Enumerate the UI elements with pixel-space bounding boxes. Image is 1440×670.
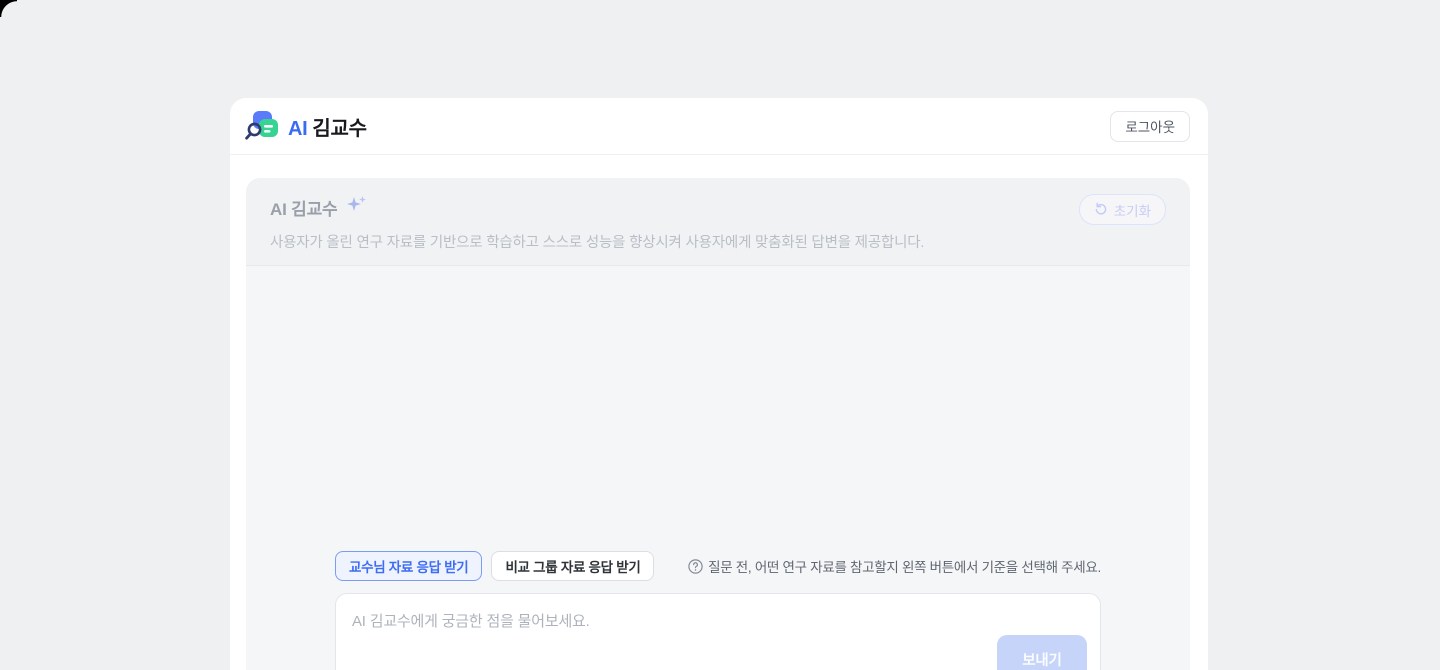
- source-button-comparison-group[interactable]: 비교 그룹 자료 응답 받기: [491, 551, 654, 581]
- message-input[interactable]: [352, 610, 952, 670]
- question-circle-icon: [688, 559, 703, 574]
- page: AI김교수 로그아웃 AI 김교수 사용자가 올린 연구 자료를 기반으로 학습…: [0, 0, 1440, 670]
- undo-icon: [1094, 201, 1108, 218]
- sparkles-icon: [345, 195, 369, 220]
- brand: AI김교수: [244, 110, 367, 142]
- panel-title: AI 김교수: [270, 195, 337, 220]
- app-title-prefix: AI: [288, 118, 307, 140]
- source-hint: 질문 전, 어떤 연구 자료를 참고할지 왼쪽 버튼에서 기준을 선택해 주세요…: [688, 556, 1101, 576]
- panel-description: 사용자가 올린 연구 자료를 기반으로 학습하고 스스로 성능을 향상시켜 사용…: [270, 231, 924, 252]
- app-container: AI김교수 로그아웃 AI 김교수 사용자가 올린 연구 자료를 기반으로 학습…: [230, 98, 1208, 670]
- top-bar: AI김교수 로그아웃: [230, 98, 1208, 155]
- logout-button[interactable]: 로그아웃: [1110, 111, 1190, 142]
- reset-button-label: 초기화: [1114, 200, 1151, 220]
- panel-title-row: AI 김교수: [270, 195, 369, 220]
- app-title-suffix: 김교수: [312, 118, 366, 140]
- chat-area: 교수님 자료 응답 받기 비교 그룹 자료 응답 받기 질문 전, 어떤 연구: [246, 266, 1190, 670]
- send-button[interactable]: 보내기: [997, 635, 1087, 670]
- window-corner-artifact: [0, 0, 17, 17]
- source-controls: 교수님 자료 응답 받기 비교 그룹 자료 응답 받기 질문 전, 어떤 연구: [335, 551, 1101, 581]
- search-chat-logo-icon: [244, 110, 281, 142]
- message-composer: 보내기: [335, 593, 1101, 670]
- app-title: AI김교수: [288, 112, 367, 141]
- composer-column: 교수님 자료 응답 받기 비교 그룹 자료 응답 받기 질문 전, 어떤 연구: [335, 551, 1101, 670]
- panel-header: AI 김교수 사용자가 올린 연구 자료를 기반으로 학습하고 스스로 성능을 …: [246, 178, 1190, 266]
- reset-button[interactable]: 초기화: [1079, 194, 1166, 225]
- source-hint-text: 질문 전, 어떤 연구 자료를 참고할지 왼쪽 버튼에서 기준을 선택해 주세요…: [708, 556, 1101, 576]
- chat-panel: AI 김교수 사용자가 올린 연구 자료를 기반으로 학습하고 스스로 성능을 …: [246, 178, 1190, 670]
- source-button-professor[interactable]: 교수님 자료 응답 받기: [335, 551, 482, 581]
